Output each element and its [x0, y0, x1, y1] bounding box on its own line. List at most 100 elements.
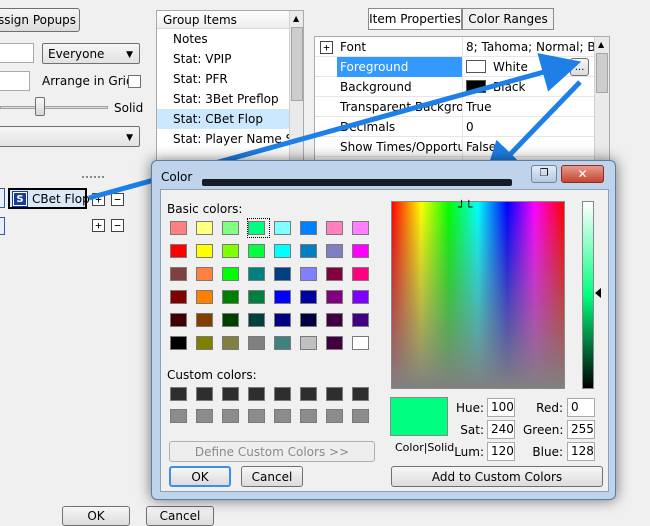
- add-to-custom-colors-button[interactable]: Add to Custom Colors: [391, 466, 603, 487]
- hue-label: Hue:: [455, 401, 484, 415]
- basic-color-swatch[interactable]: [248, 290, 265, 304]
- color-dialog-body: Basic colors: Custom colors: Define Cust…: [160, 189, 609, 492]
- dialog-titlebar-shadow: [202, 179, 512, 186]
- hue-input[interactable]: 100: [487, 398, 515, 417]
- basic-color-swatch[interactable]: [170, 221, 187, 235]
- define-custom-colors-button[interactable]: Define Custom Colors >>: [169, 441, 375, 462]
- custom-color-swatch[interactable]: [300, 387, 317, 401]
- basic-color-swatch[interactable]: [196, 336, 213, 350]
- lum-input[interactable]: 120: [487, 442, 515, 461]
- custom-color-swatch[interactable]: [196, 387, 213, 401]
- green-label: Green:: [523, 423, 564, 437]
- custom-color-swatch[interactable]: [222, 387, 239, 401]
- restore-icon: ❐: [539, 168, 549, 179]
- basic-color-swatch[interactable]: [248, 336, 265, 350]
- basic-color-swatch[interactable]: [274, 267, 291, 281]
- basic-colors-label: Basic colors:: [167, 202, 243, 216]
- red-label: Red:: [536, 401, 563, 415]
- sat-input[interactable]: 240: [487, 420, 515, 439]
- basic-color-swatch[interactable]: [196, 290, 213, 304]
- lum-label: Lum:: [454, 445, 484, 459]
- green-input[interactable]: 255: [567, 420, 595, 439]
- basic-color-swatch[interactable]: [222, 336, 239, 350]
- restore-button[interactable]: ❐: [531, 165, 557, 183]
- basic-color-swatch[interactable]: [222, 221, 239, 235]
- custom-color-swatch[interactable]: [274, 387, 291, 401]
- basic-color-swatch[interactable]: [326, 290, 343, 304]
- basic-color-swatch[interactable]: [248, 244, 265, 258]
- custom-color-swatch[interactable]: [248, 409, 265, 423]
- custom-color-swatch[interactable]: [300, 409, 317, 423]
- basic-color-swatch[interactable]: [352, 244, 369, 258]
- basic-color-swatch[interactable]: [170, 290, 187, 304]
- basic-color-swatch[interactable]: [222, 313, 239, 327]
- add-to-custom-colors-label: Add to Custom Colors: [431, 469, 563, 484]
- basic-color-swatch[interactable]: [170, 336, 187, 350]
- basic-color-swatch[interactable]: [300, 290, 317, 304]
- custom-color-swatch[interactable]: [170, 409, 187, 423]
- basic-color-swatch[interactable]: [274, 313, 291, 327]
- basic-color-swatch[interactable]: [352, 336, 369, 350]
- color-dialog: Color ❐ ✕ Basic colors: Custom colors: D…: [151, 160, 616, 500]
- custom-color-swatch[interactable]: [222, 409, 239, 423]
- custom-color-swatch[interactable]: [326, 387, 343, 401]
- custom-color-swatch[interactable]: [196, 409, 213, 423]
- basic-color-swatch[interactable]: [222, 244, 239, 258]
- basic-color-swatch[interactable]: [170, 244, 187, 258]
- basic-color-swatch[interactable]: [300, 244, 317, 258]
- basic-color-swatch[interactable]: [170, 313, 187, 327]
- dialog-cancel-label: Cancel: [251, 469, 293, 484]
- basic-color-swatch[interactable]: [222, 267, 239, 281]
- custom-color-swatch[interactable]: [352, 409, 369, 423]
- basic-color-swatch[interactable]: [300, 267, 317, 281]
- basic-color-swatch[interactable]: [352, 290, 369, 304]
- annotation-arrow: [483, 80, 582, 183]
- basic-color-swatch[interactable]: [300, 221, 317, 235]
- basic-color-swatch[interactable]: [196, 313, 213, 327]
- close-button[interactable]: ✕: [561, 165, 604, 183]
- basic-color-swatch[interactable]: [170, 267, 187, 281]
- color-spectrum-saturation: [392, 202, 564, 388]
- color-spectrum[interactable]: ┘└: [391, 201, 565, 389]
- basic-color-swatch[interactable]: [300, 313, 317, 327]
- blue-label: Blue:: [532, 445, 563, 459]
- crosshair-icon: ┘└: [458, 200, 473, 214]
- dialog-ok-button[interactable]: OK: [169, 466, 231, 487]
- sat-label: Sat:: [460, 423, 484, 437]
- basic-color-swatch[interactable]: [326, 267, 343, 281]
- close-icon: ✕: [577, 167, 588, 181]
- basic-color-swatch[interactable]: [352, 313, 369, 327]
- luminance-bar[interactable]: [582, 201, 594, 389]
- basic-color-swatch[interactable]: [274, 221, 291, 235]
- red-input[interactable]: 0: [567, 398, 595, 417]
- define-custom-colors-label: Define Custom Colors >>: [194, 444, 350, 459]
- basic-color-swatch[interactable]: [274, 244, 291, 258]
- basic-color-swatch[interactable]: [196, 267, 213, 281]
- dialog-title: Color: [161, 170, 193, 184]
- basic-color-swatch[interactable]: [196, 244, 213, 258]
- basic-color-swatch[interactable]: [300, 336, 317, 350]
- basic-color-swatch[interactable]: [196, 221, 213, 235]
- blue-input[interactable]: 128: [567, 442, 595, 461]
- basic-color-swatch[interactable]: [248, 267, 265, 281]
- basic-color-swatch[interactable]: [326, 221, 343, 235]
- basic-color-swatch[interactable]: [352, 267, 369, 281]
- custom-colors-label: Custom colors:: [167, 368, 257, 382]
- custom-color-swatch[interactable]: [326, 409, 343, 423]
- basic-color-swatch[interactable]: [326, 244, 343, 258]
- custom-color-swatch[interactable]: [352, 387, 369, 401]
- basic-color-swatch[interactable]: [326, 313, 343, 327]
- custom-color-swatch[interactable]: [248, 387, 265, 401]
- basic-color-selection: [247, 218, 270, 238]
- dialog-ok-label: OK: [191, 469, 209, 484]
- basic-color-swatch[interactable]: [222, 290, 239, 304]
- dialog-cancel-button[interactable]: Cancel: [241, 466, 303, 487]
- luminance-pointer-icon[interactable]: [595, 288, 601, 298]
- basic-color-swatch[interactable]: [274, 290, 291, 304]
- basic-color-swatch[interactable]: [274, 336, 291, 350]
- basic-color-swatch[interactable]: [326, 336, 343, 350]
- custom-color-swatch[interactable]: [170, 387, 187, 401]
- basic-color-swatch[interactable]: [248, 313, 265, 327]
- basic-color-swatch[interactable]: [352, 221, 369, 235]
- custom-color-swatch[interactable]: [274, 409, 291, 423]
